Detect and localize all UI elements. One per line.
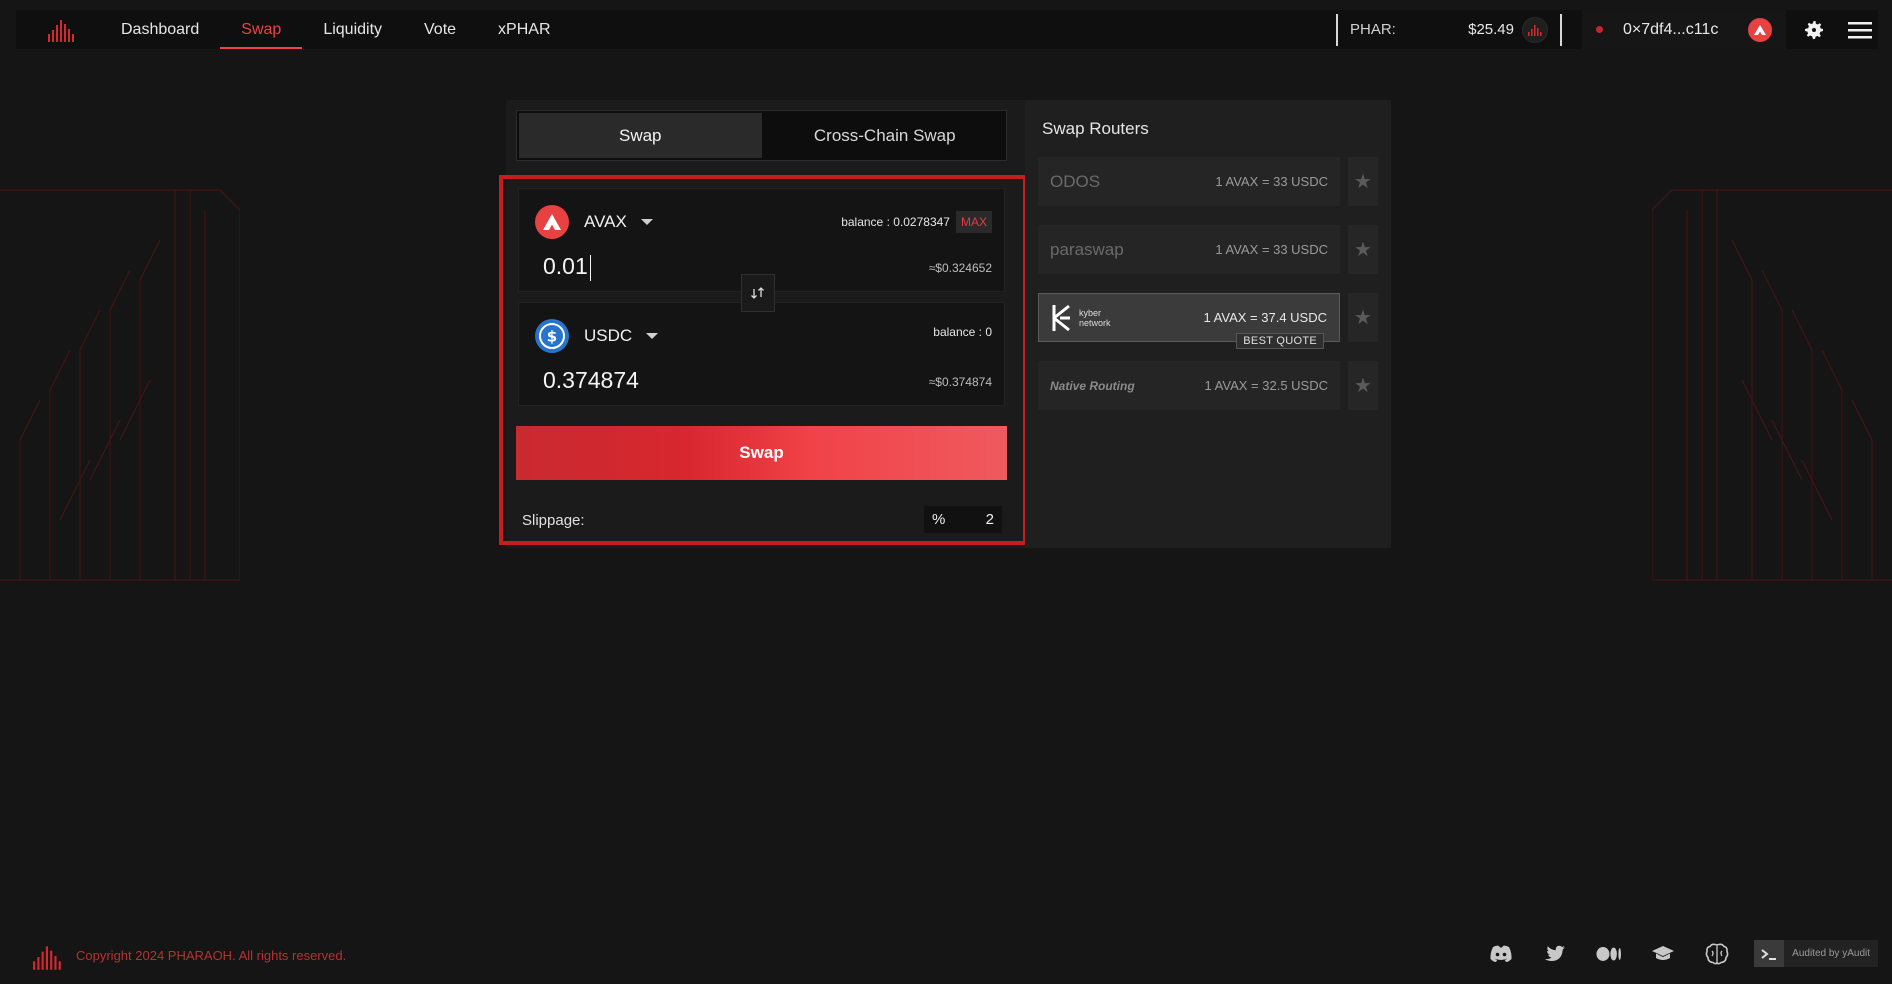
footer-logo-icon xyxy=(32,944,64,975)
swap-panel: Swap Cross-Chain Swap AVAX balance : 0.0… xyxy=(506,100,1026,548)
nav-dashboard[interactable]: Dashboard xyxy=(100,10,220,49)
router-rate: 1 AVAX = 33 USDC xyxy=(1215,242,1328,257)
max-button[interactable]: MAX xyxy=(955,211,992,233)
top-navigation-bar: Dashboard Swap Liquidity Vote xPHAR PHAR… xyxy=(16,10,1878,49)
slippage-input[interactable] xyxy=(968,511,994,528)
audit-badge[interactable]: Audited by yAudit xyxy=(1754,940,1878,967)
from-token-symbol: AVAX xyxy=(584,212,627,231)
terminal-icon xyxy=(1754,940,1785,967)
to-usd-value: ≈$0.374874 xyxy=(928,375,992,389)
settings-gear-icon[interactable] xyxy=(1796,12,1832,48)
twitter-icon[interactable] xyxy=(1542,941,1568,967)
slippage-field: % xyxy=(924,506,1002,533)
router-rate: 1 AVAX = 37.4 USDC xyxy=(1203,310,1327,325)
star-icon[interactable]: ★ xyxy=(1348,157,1378,206)
swap-arrows-icon xyxy=(751,287,764,299)
medium-icon[interactable] xyxy=(1596,941,1622,967)
phar-token-icon xyxy=(1522,16,1548,43)
router-rate: 1 AVAX = 33 USDC xyxy=(1215,174,1328,189)
decorative-art-right xyxy=(1652,189,1892,581)
to-balance-label: balance xyxy=(933,325,976,339)
kyber-logo-icon xyxy=(1052,304,1070,331)
header-right: PHAR: $25.49 0×7df4...c11c xyxy=(1336,10,1878,49)
avalanche-network-icon xyxy=(1748,17,1772,42)
router-name: ODOS xyxy=(1050,171,1101,191)
wallet-address: 0×7df4...c11c xyxy=(1623,20,1719,38)
decorative-art-left xyxy=(0,189,240,581)
nav-xphar[interactable]: xPHAR xyxy=(477,10,571,49)
router-name: paraswap xyxy=(1050,239,1124,259)
hamburger-menu-icon[interactable] xyxy=(1842,12,1878,48)
slippage-label: Slippage: xyxy=(522,512,585,529)
to-balance: balance : 0 xyxy=(933,325,992,339)
text-cursor xyxy=(590,255,591,281)
wallet-button[interactable]: 0×7df4...c11c xyxy=(1582,10,1786,49)
router-rate: 1 AVAX = 32.5 USDC xyxy=(1204,378,1328,393)
router-odos[interactable]: ODOS 1 AVAX = 33 USDC xyxy=(1038,157,1340,206)
slippage-unit: % xyxy=(932,511,946,528)
nav-vote[interactable]: Vote xyxy=(403,10,477,49)
router-native[interactable]: Native Routing 1 AVAX = 32.5 USDC xyxy=(1038,361,1340,410)
from-balance-label: balance xyxy=(841,215,884,229)
nav-liquidity[interactable]: Liquidity xyxy=(302,10,403,49)
swap-direction-button[interactable] xyxy=(741,274,775,312)
swap-tabs: Swap Cross-Chain Swap xyxy=(516,110,1007,161)
routers-title: Swap Routers xyxy=(1042,119,1149,138)
audit-label: Audited by yAudit xyxy=(1792,948,1870,959)
docs-cap-icon[interactable] xyxy=(1650,941,1676,967)
social-links: Audited by yAudit xyxy=(1460,940,1878,967)
tab-swap[interactable]: Swap xyxy=(517,111,764,160)
to-amount-input[interactable] xyxy=(543,367,803,394)
from-usd-value: ≈$0.324652 xyxy=(928,261,992,275)
from-token-selector[interactable]: AVAX xyxy=(535,205,653,239)
star-icon[interactable]: ★ xyxy=(1348,293,1378,342)
to-token-selector[interactable]: $ USDC xyxy=(535,319,659,353)
from-balance: balance : 0.0278347 MAX xyxy=(841,211,992,233)
swap-button[interactable]: Swap xyxy=(516,426,1007,480)
phar-price-value: $25.49 xyxy=(1468,21,1514,38)
to-token-card: $ USDC balance : 0 ≈$0.374874 xyxy=(518,302,1005,406)
tab-cross-chain-swap[interactable]: Cross-Chain Swap xyxy=(764,111,1007,160)
pharaoh-logo-icon[interactable] xyxy=(40,10,84,49)
best-quote-badge: BEST QUOTE xyxy=(1236,333,1324,349)
svg-text:$: $ xyxy=(547,328,557,346)
brain-icon[interactable] xyxy=(1704,941,1730,967)
chevron-down-icon xyxy=(646,333,659,339)
copyright-text: Copyright 2024 PHARAOH. All rights reser… xyxy=(76,948,347,963)
to-balance-value: : 0 xyxy=(978,325,992,339)
star-icon[interactable]: ★ xyxy=(1348,225,1378,274)
usdc-token-icon: $ xyxy=(535,319,569,353)
nav-swap[interactable]: Swap xyxy=(220,10,303,49)
router-name: Native Routing xyxy=(1050,378,1135,393)
chevron-down-icon xyxy=(640,219,653,225)
avax-token-icon xyxy=(535,205,569,239)
phar-price-label: PHAR: xyxy=(1350,21,1396,38)
main-nav: Dashboard Swap Liquidity Vote xPHAR xyxy=(100,10,572,49)
router-name: kyber network xyxy=(1079,307,1111,328)
connection-status-dot xyxy=(1596,26,1603,33)
from-balance-value: : 0.0278347 xyxy=(886,215,950,229)
swap-routers-panel: Swap Routers ODOS 1 AVAX = 33 USDC ★ par… xyxy=(1025,100,1391,548)
to-token-symbol: USDC xyxy=(584,326,633,345)
star-icon[interactable]: ★ xyxy=(1348,361,1378,410)
router-kyber[interactable]: kyber network 1 AVAX = 37.4 USDC BEST QU… xyxy=(1038,293,1340,349)
phar-price: PHAR: $25.49 xyxy=(1336,13,1562,46)
discord-icon[interactable] xyxy=(1488,941,1514,967)
router-paraswap[interactable]: paraswap 1 AVAX = 33 USDC xyxy=(1038,225,1340,274)
